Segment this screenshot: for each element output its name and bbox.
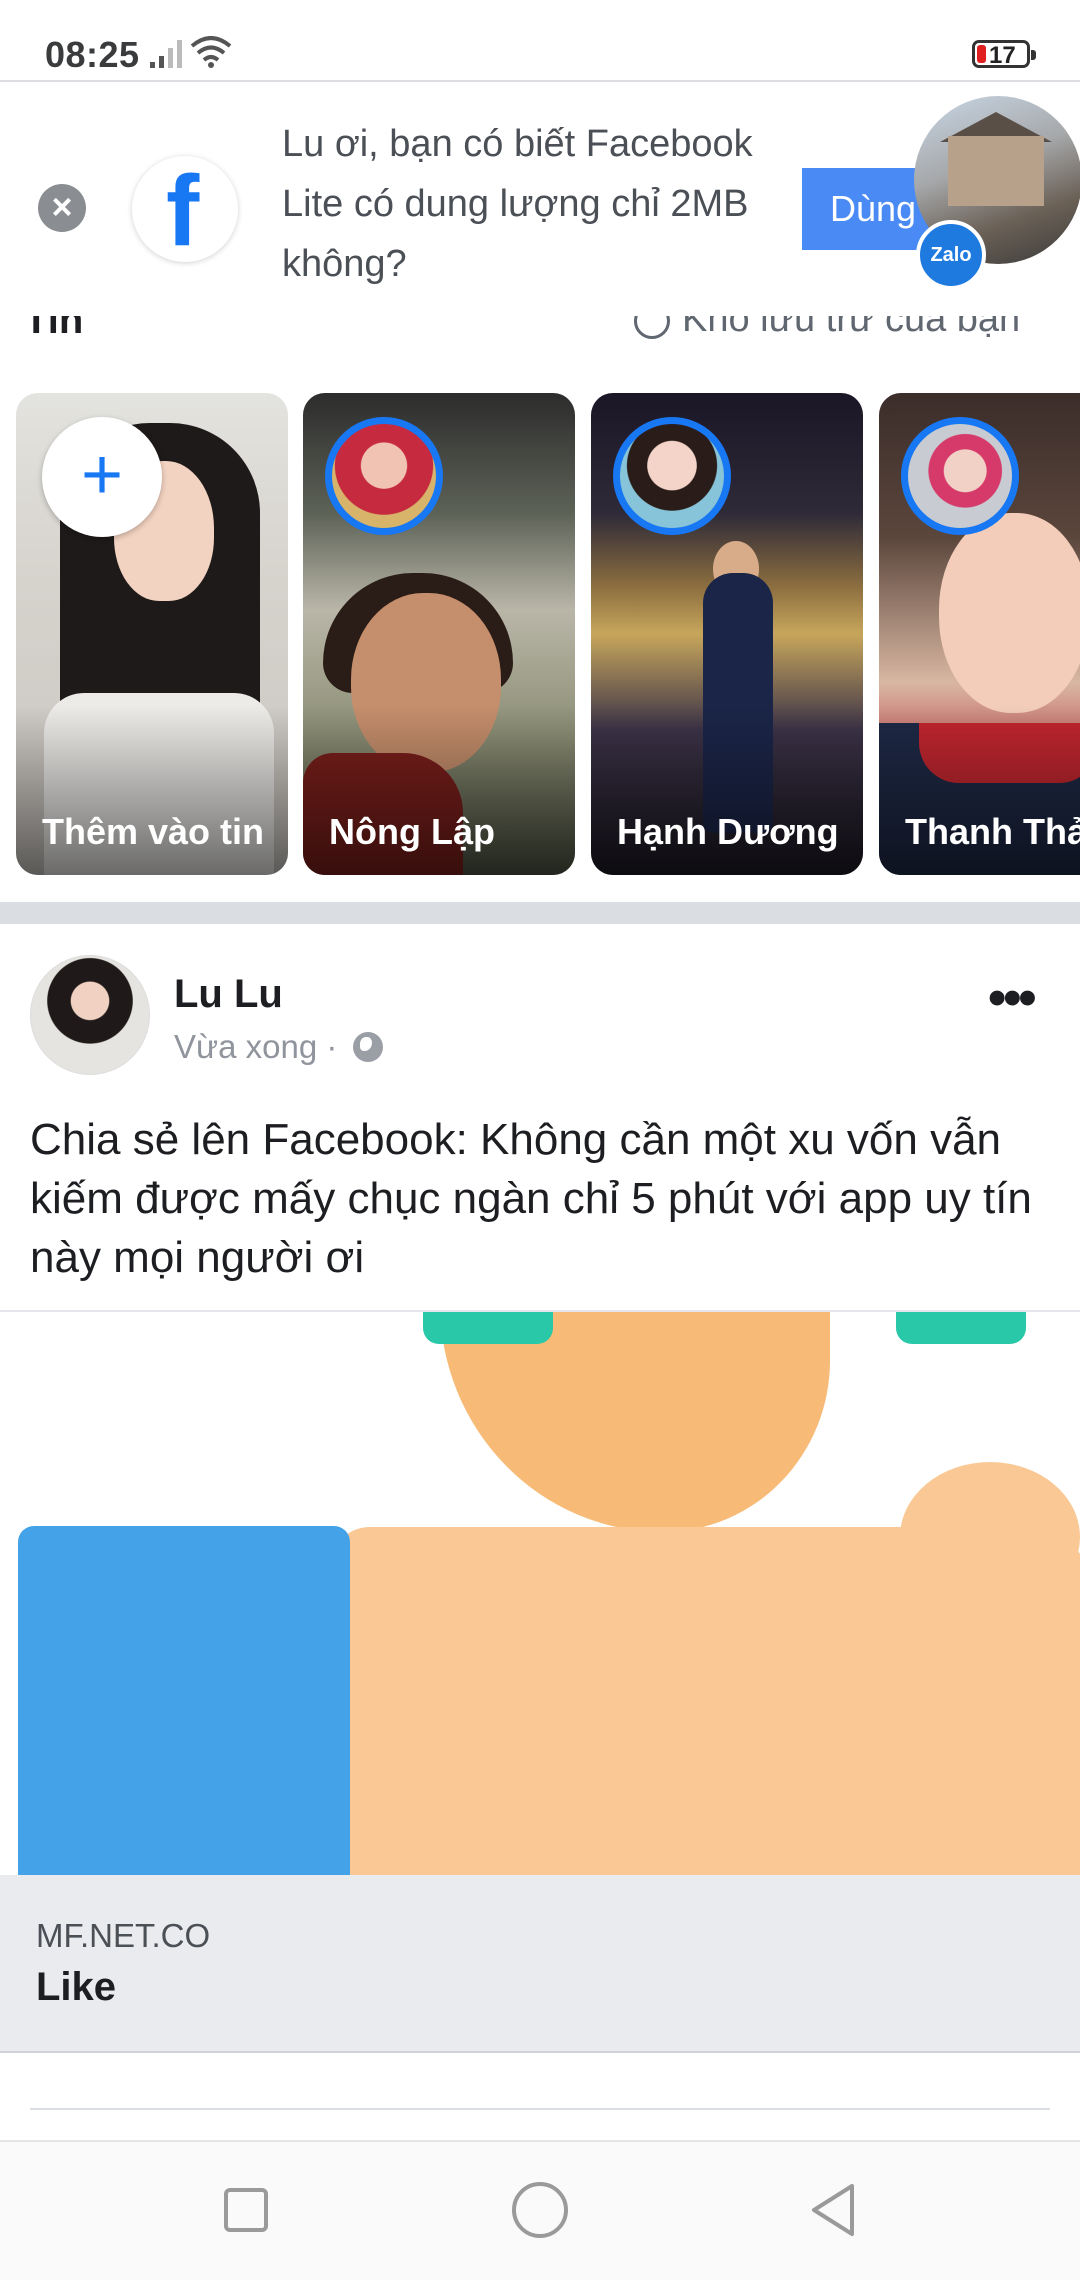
clock-history-icon <box>634 316 670 339</box>
wifi-icon <box>190 36 232 68</box>
story-photo-face <box>939 513 1080 713</box>
archive-label: Kho lưu trữ của bạn <box>682 316 1021 340</box>
link-preview-info[interactable]: MF.NET.CO Like <box>0 1875 1080 2053</box>
story-card[interactable]: Hạnh Dương <box>591 393 863 875</box>
battery-percent: 17 <box>989 42 1016 69</box>
story-name: Hạnh Dương <box>617 811 839 852</box>
post-text: Chia sẻ lên Facebook: Không cần một xu v… <box>30 1115 1032 1282</box>
story-name: Thanh Thảo <box>905 811 1080 852</box>
facebook-logo-icon: f <box>132 155 238 267</box>
signal-icon <box>150 40 182 68</box>
story-name: Nông Lập <box>329 811 495 852</box>
system-nav-bar <box>0 2140 1080 2280</box>
thumb-decoration <box>423 1312 553 1344</box>
story-card-add[interactable]: + Thêm vào tin <box>16 393 288 875</box>
story-avatar <box>325 417 443 535</box>
zalo-badge: Zalo <box>916 220 986 290</box>
thumb-cuff <box>18 1526 350 1875</box>
status-time: 08:25 <box>45 34 140 75</box>
stories-header: Tin Kho lưu trữ của bạn <box>0 316 1080 356</box>
story-avatar <box>613 417 731 535</box>
story-card[interactable]: Nông Lập <box>303 393 575 875</box>
post-author-name[interactable]: Lu Lu <box>174 972 283 1017</box>
post-meta: Vừa xong · <box>174 1028 383 1066</box>
story-card[interactable]: Thanh Thảo <box>879 393 1080 875</box>
battery-level <box>977 45 986 63</box>
post-time: Vừa xong · <box>174 1028 338 1065</box>
thumb-decoration <box>896 1312 1026 1344</box>
plus-icon[interactable]: + <box>42 417 162 537</box>
stories-title: Tin <box>24 316 84 342</box>
home-icon[interactable] <box>512 2182 568 2238</box>
house-photo <box>948 136 1044 206</box>
use-button[interactable]: Dùng <box>802 168 932 250</box>
battery-icon: 17 <box>972 40 1036 69</box>
facebook-lite-banner: × f Lu ơi, bạn có biết Facebook Lite có … <box>0 84 1080 316</box>
link-preview-image[interactable] <box>0 1310 1080 1875</box>
thumb-hand <box>330 1527 1080 1875</box>
section-separator <box>0 902 1080 924</box>
more-options-icon[interactable]: ••• <box>988 972 1042 1030</box>
banner-message: Lu ơi, bạn có biết Facebook Lite có dung… <box>282 123 753 285</box>
divider <box>30 2108 1050 2110</box>
close-icon[interactable]: × <box>38 184 86 232</box>
stories-row: + Thêm vào tin Nông Lập Hạnh Dương Thanh… <box>0 393 1080 876</box>
recent-apps-icon[interactable] <box>224 2188 268 2232</box>
story-avatar <box>901 417 1019 535</box>
status-bar: 08:25 17 <box>0 0 1080 82</box>
back-icon[interactable] <box>808 2182 858 2238</box>
post-author-avatar[interactable] <box>30 955 150 1075</box>
link-domain: MF.NET.CO <box>36 1917 211 1954</box>
link-title: Like <box>36 1965 117 2009</box>
archive-link[interactable]: Kho lưu trữ của bạn <box>634 316 1020 341</box>
story-name: Thêm vào tin <box>42 811 265 852</box>
globe-icon <box>352 1032 383 1062</box>
